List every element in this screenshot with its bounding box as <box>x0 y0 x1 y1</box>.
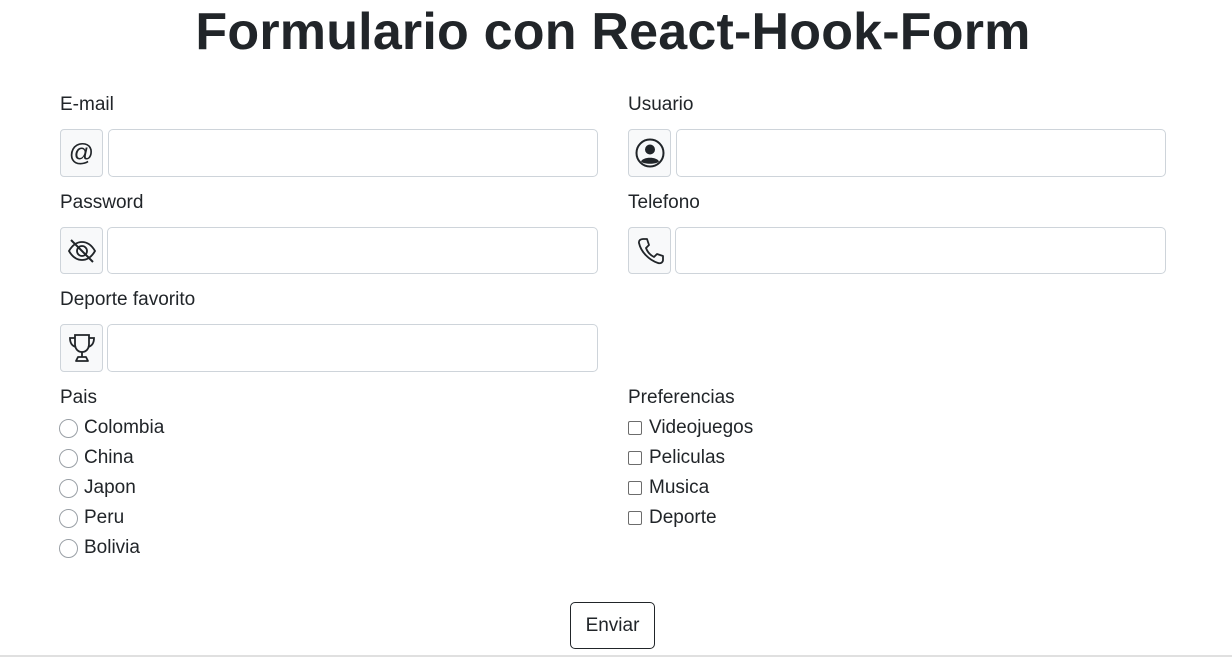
checkbox-label: Deporte <box>649 507 717 528</box>
radio-label: China <box>84 447 134 468</box>
eye-slash-icon <box>60 227 103 274</box>
preferencias-label: Preferencias <box>628 387 735 408</box>
radio-option-colombia[interactable]: Colombia <box>59 416 164 440</box>
radio-option-japon[interactable]: Japon <box>59 476 136 500</box>
usuario-field-group: Usuario <box>628 93 1166 177</box>
trophy-icon <box>60 324 103 372</box>
telefono-field-group: Telefono <box>628 191 1166 274</box>
checkbox-videojuegos[interactable] <box>628 421 642 435</box>
checkbox-option-deporte[interactable]: Deporte <box>628 506 717 530</box>
checkbox-label: Videojuegos <box>649 417 754 438</box>
deporte-field-group: Deporte favorito <box>60 288 598 372</box>
radio-label: Bolivia <box>84 537 140 558</box>
email-field-group: E-mail @ <box>60 93 598 177</box>
radio-option-china[interactable]: China <box>59 446 134 470</box>
telefono-input[interactable] <box>675 227 1166 274</box>
radio-label: Peru <box>84 507 125 528</box>
checkbox-option-peliculas[interactable]: Peliculas <box>628 446 725 470</box>
checkbox-musica[interactable] <box>628 481 642 495</box>
radio-option-bolivia[interactable]: Bolivia <box>59 536 140 560</box>
radio-label: Japon <box>84 477 136 498</box>
password-field-group: Password <box>60 191 598 274</box>
at-sign-icon: @ <box>60 129 103 177</box>
checkbox-label: Musica <box>649 477 710 498</box>
user-circle-icon <box>628 129 671 177</box>
checkbox-peliculas[interactable] <box>628 451 642 465</box>
email-label: E-mail <box>60 94 114 115</box>
checkbox-deporte[interactable] <box>628 511 642 525</box>
radio-label: Colombia <box>84 417 165 438</box>
email-input[interactable] <box>108 129 598 177</box>
radio-peru[interactable] <box>59 508 78 528</box>
deporte-label: Deporte favorito <box>60 289 196 310</box>
submit-button[interactable]: Enviar <box>570 602 655 649</box>
deporte-input[interactable] <box>107 324 598 372</box>
checkbox-option-musica[interactable]: Musica <box>628 476 709 500</box>
phone-icon <box>628 227 671 274</box>
usuario-label: Usuario <box>628 94 694 115</box>
checkbox-label: Peliculas <box>649 447 726 468</box>
pais-label: Pais <box>60 387 97 408</box>
checkbox-option-videojuegos[interactable]: Videojuegos <box>628 416 753 440</box>
page-title: Formulario con React-Hook-Form <box>195 3 1031 61</box>
radio-japon[interactable] <box>59 478 78 498</box>
password-input[interactable] <box>107 227 598 274</box>
radio-china[interactable] <box>59 448 78 468</box>
radio-colombia[interactable] <box>59 418 78 438</box>
telefono-label: Telefono <box>628 192 700 213</box>
usuario-input[interactable] <box>676 129 1166 177</box>
radio-option-peru[interactable]: Peru <box>59 506 124 530</box>
radio-bolivia[interactable] <box>59 538 78 558</box>
password-label: Password <box>60 192 144 213</box>
